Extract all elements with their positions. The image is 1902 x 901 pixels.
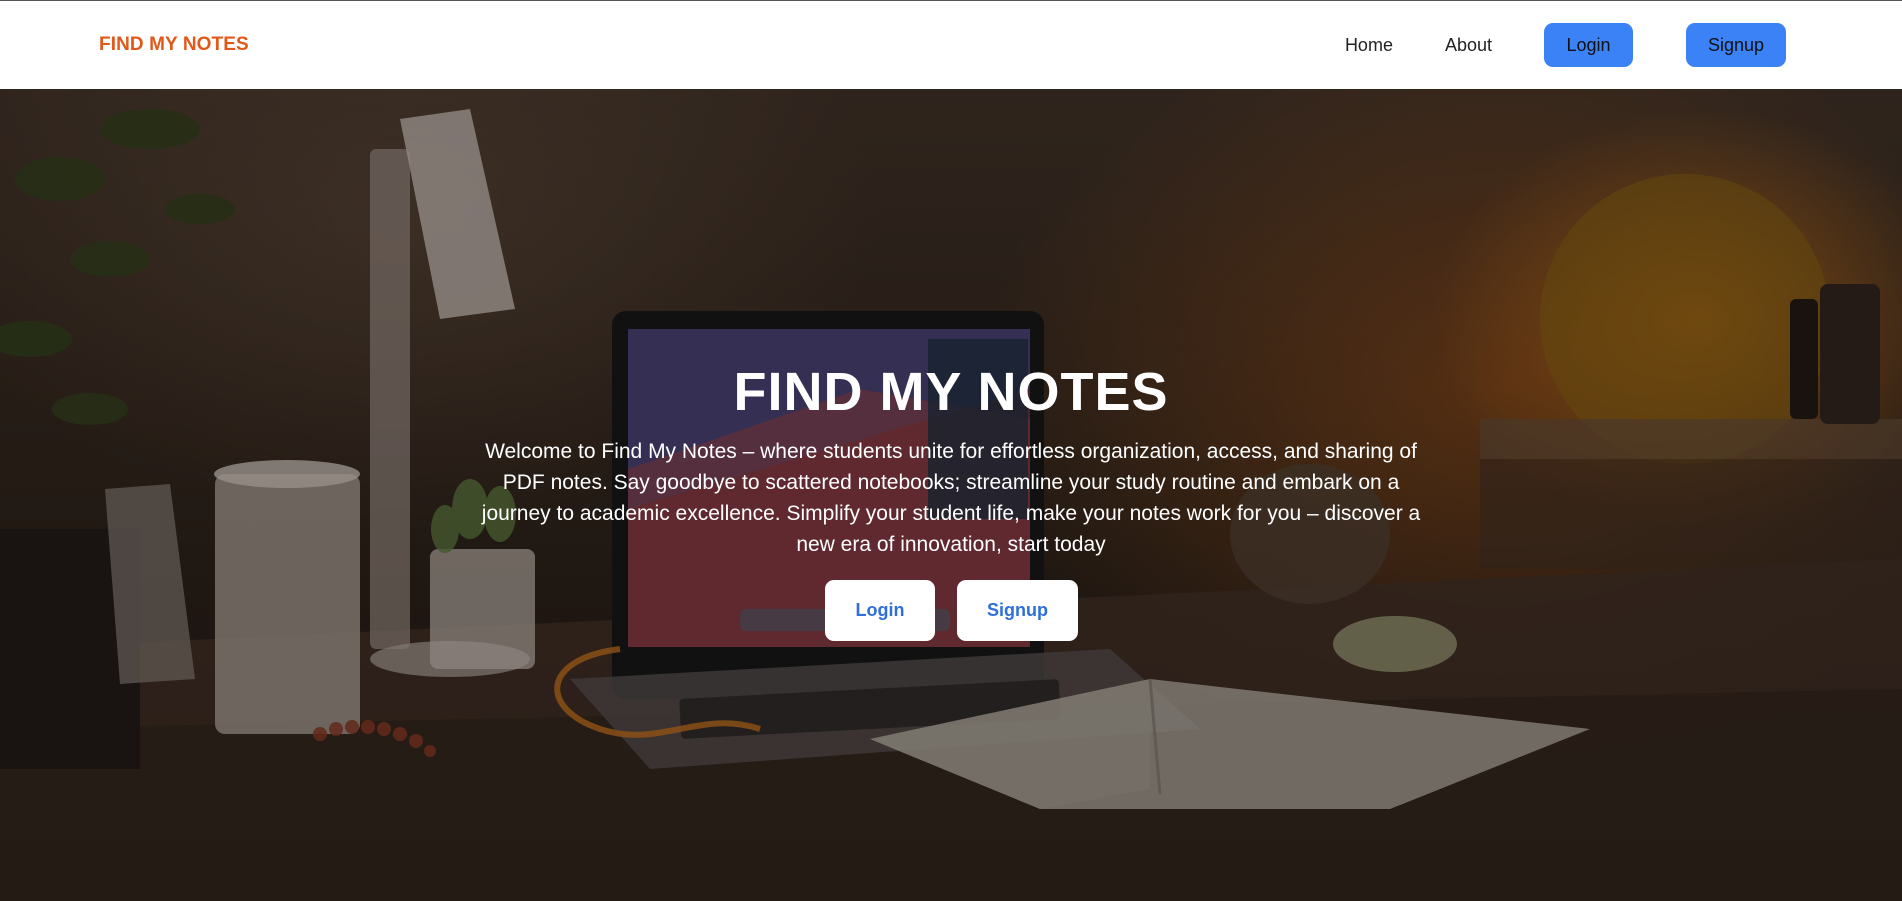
nav-signup-button[interactable]: Signup bbox=[1686, 23, 1786, 67]
nav-links: Home About Login Signup bbox=[1345, 23, 1786, 67]
brand-logo[interactable]: FIND MY NOTES bbox=[99, 34, 249, 56]
hero-title: FIND MY NOTES bbox=[733, 362, 1169, 422]
hero-content: FIND MY NOTES Welcome to Find My Notes –… bbox=[0, 89, 1902, 901]
hero-buttons: Login Signup bbox=[825, 580, 1078, 641]
nav-link-home[interactable]: Home bbox=[1345, 35, 1393, 56]
nav-login-button[interactable]: Login bbox=[1544, 23, 1633, 67]
navbar: FIND MY NOTES Home About Login Signup bbox=[0, 0, 1902, 89]
hero-section: FIND MY NOTES Welcome to Find My Notes –… bbox=[0, 89, 1902, 901]
hero-description: Welcome to Find My Notes – where student… bbox=[481, 440, 1421, 556]
hero-signup-button[interactable]: Signup bbox=[957, 580, 1078, 641]
nav-link-about[interactable]: About bbox=[1445, 35, 1492, 56]
hero-login-button[interactable]: Login bbox=[825, 580, 935, 641]
